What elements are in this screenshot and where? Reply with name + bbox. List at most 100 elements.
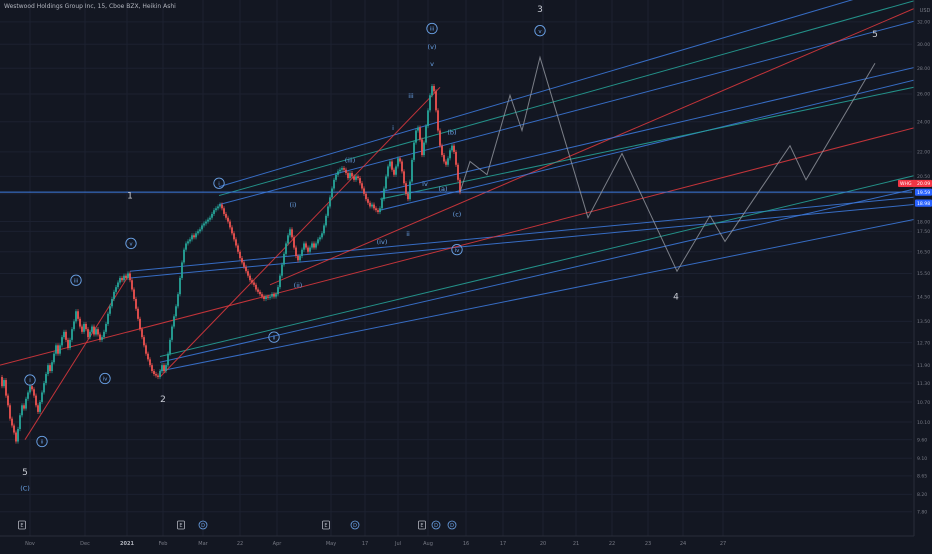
- candle-body: [445, 161, 447, 165]
- candle-body: [185, 243, 187, 250]
- candle-body: [53, 353, 55, 363]
- price-tick-label: 18.00: [917, 219, 930, 225]
- candle-body: [425, 126, 427, 143]
- candle-body: [395, 166, 397, 175]
- candle-body: [247, 271, 249, 276]
- price-tick-label: 22.00: [917, 150, 930, 156]
- candle-body: [163, 365, 165, 372]
- candle-body: [159, 371, 161, 378]
- candle-body: [443, 155, 445, 162]
- time-tick-label: 22: [237, 541, 243, 547]
- candle-body: [161, 365, 163, 372]
- candle-body: [451, 145, 453, 151]
- candle-body: [353, 176, 355, 180]
- wave-label: (v): [428, 43, 437, 51]
- candle-body: [441, 145, 443, 156]
- candle-body: [241, 258, 243, 263]
- candle-body: [399, 158, 401, 162]
- price-tick-label: 14.50: [917, 294, 930, 300]
- candle-body: [219, 204, 221, 207]
- chart-canvas[interactable]: 123455(C)iiiiiiivviii(i)(ii)(iii)(iv)iii…: [0, 0, 932, 550]
- candle-body: [303, 243, 305, 250]
- candle-body: [455, 151, 457, 165]
- candle-body: [281, 264, 283, 276]
- candle-body: [351, 173, 353, 177]
- candle-body: [193, 235, 195, 238]
- wave-label: v: [430, 60, 434, 68]
- candle-body: [393, 169, 395, 175]
- candle-body: [27, 392, 29, 399]
- time-tick-label: 21: [573, 541, 579, 547]
- candle-body: [339, 169, 341, 172]
- candle-body: [67, 339, 69, 349]
- price-tick-label: 24.00: [917, 120, 930, 126]
- time-tick-label: 24: [680, 541, 686, 547]
- candle-body: [311, 243, 313, 248]
- candle-body: [143, 337, 145, 346]
- price-tick-label: 10.70: [917, 400, 930, 406]
- candle-body: [323, 225, 325, 234]
- time-tick-label: Dec: [80, 541, 90, 547]
- candle-body: [3, 380, 5, 387]
- candle-body: [21, 405, 23, 416]
- candle-body: [155, 374, 157, 376]
- candle-body: [23, 405, 25, 409]
- candle-body: [71, 329, 73, 340]
- candle-body: [83, 323, 85, 332]
- candle-body: [125, 275, 127, 278]
- candle-body: [59, 345, 61, 354]
- candle-body: [119, 277, 121, 283]
- candle-body: [355, 176, 357, 180]
- price-tick-label: 13.50: [917, 319, 930, 325]
- price-badge-value: 18.98: [917, 201, 930, 207]
- candle-body: [173, 316, 175, 327]
- candle-body: [201, 225, 203, 230]
- candle-body: [89, 331, 91, 338]
- time-tick-label: Feb: [159, 541, 168, 547]
- candle-body: [295, 247, 297, 256]
- candle-body: [9, 405, 11, 419]
- price-tick-label: 26.00: [917, 92, 930, 98]
- candle-body: [209, 217, 211, 220]
- candle-body: [141, 329, 143, 338]
- candle-body: [341, 168, 343, 170]
- wave-label: (iii): [345, 156, 356, 164]
- candle-body: [47, 365, 49, 375]
- candle-body: [287, 235, 289, 244]
- candle-body: [293, 237, 295, 248]
- candle-body: [169, 339, 171, 354]
- candle-body: [373, 204, 375, 209]
- candle-body: [33, 389, 35, 396]
- candle-body: [283, 253, 285, 265]
- candle-body: [299, 255, 301, 261]
- candle-body: [199, 229, 201, 232]
- event-label: D: [434, 523, 438, 529]
- candle-body: [343, 168, 345, 170]
- candle-body: [263, 296, 265, 299]
- candle-body: [277, 287, 279, 295]
- event-label: E: [20, 523, 23, 529]
- candle-body: [105, 323, 107, 332]
- wave-label: iv: [103, 377, 109, 383]
- candle-body: [397, 158, 399, 167]
- candle-body: [13, 425, 15, 433]
- candle-body: [357, 176, 359, 179]
- price-tick-label: 28.00: [917, 66, 930, 72]
- candle-body: [129, 273, 131, 281]
- candle-body: [253, 282, 255, 285]
- candle-body: [233, 233, 235, 240]
- candle-body: [1, 377, 3, 387]
- candle-body: [187, 241, 189, 244]
- candle-body: [167, 353, 169, 366]
- candle-body: [223, 208, 225, 214]
- wave-label: (a): [438, 185, 447, 193]
- chart[interactable]: 1 2 3 4 5 5 (C) i ii iii iv v i ii (i) (ii) (iii) (iv) i ii…: [0, 0, 932, 550]
- candle-body: [213, 210, 215, 214]
- candle-body: [363, 188, 365, 194]
- candle-body: [389, 161, 391, 167]
- price-tick-label: 10.10: [917, 420, 930, 426]
- candle-body: [135, 298, 137, 309]
- candle-body: [259, 291, 261, 295]
- candle-body: [171, 326, 173, 340]
- candle-body: [403, 171, 405, 184]
